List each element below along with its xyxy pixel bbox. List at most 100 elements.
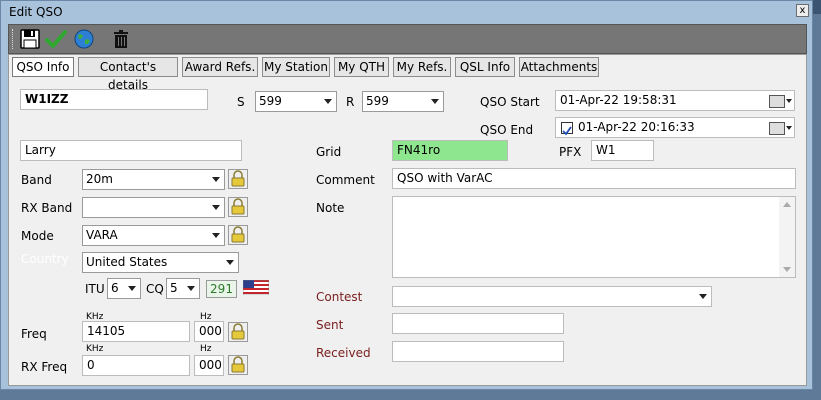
rx-freq-hz-unit: Hz xyxy=(200,344,212,354)
calendar-icon[interactable] xyxy=(769,95,785,108)
rst-rcvd-value: 599 xyxy=(366,94,389,108)
rx-freq-khz-field[interactable]: 0 xyxy=(82,355,190,376)
lock-icon xyxy=(231,356,245,373)
band-label: Band xyxy=(21,173,52,187)
note-scrollbar[interactable] xyxy=(779,197,795,277)
mode-lock-button[interactable] xyxy=(228,225,248,245)
comment-label: Comment xyxy=(316,173,375,187)
note-label: Note xyxy=(316,201,345,215)
cq-select[interactable]: 5 xyxy=(166,278,200,299)
scroll-down-icon[interactable] xyxy=(783,267,791,272)
check-icon[interactable] xyxy=(45,28,67,50)
itu-select[interactable]: 6 xyxy=(107,278,141,299)
rst-rcvd-select[interactable]: 599 xyxy=(362,91,444,112)
callsign-field[interactable]: W1IZZ xyxy=(20,89,208,110)
comment-field[interactable]: QSO with VarAC xyxy=(392,168,796,189)
edit-qso-window: Edit QSO x QSO Info Contact's details Aw… xyxy=(0,0,813,390)
rst-sent-select[interactable]: 599 xyxy=(255,91,337,112)
received-field[interactable] xyxy=(392,341,564,362)
calendar-icon[interactable] xyxy=(769,122,785,135)
contest-select[interactable] xyxy=(392,286,712,307)
chevron-down-icon xyxy=(324,99,332,104)
rx-freq-lock-button[interactable] xyxy=(228,355,248,375)
grid-field[interactable]: FN41ro xyxy=(392,140,508,161)
qso-end-checkbox[interactable] xyxy=(561,122,573,136)
r-label: R xyxy=(346,95,355,109)
title-bar[interactable]: Edit QSO x xyxy=(1,1,812,23)
country-select[interactable]: United States xyxy=(82,252,239,273)
chevron-down-icon xyxy=(431,99,439,104)
freq-lock-button[interactable] xyxy=(228,322,248,342)
chevron-down-icon xyxy=(128,286,136,291)
mode-value: VARA xyxy=(86,228,118,242)
tab-content: QSO Info Contact's details Award Refs. M… xyxy=(8,54,807,386)
tab-attachments[interactable]: Attachments xyxy=(519,57,599,77)
rx-band-select[interactable] xyxy=(82,197,225,218)
qso-start-field[interactable]: 01-Apr-22 19:58:31 xyxy=(555,90,795,111)
note-textarea[interactable] xyxy=(392,196,796,278)
chevron-down-icon xyxy=(187,286,195,291)
tab-my-qth[interactable]: My QTH xyxy=(334,57,389,77)
chevron-down-icon xyxy=(786,126,792,130)
tab-award-refs[interactable]: Award Refs. xyxy=(182,57,258,77)
lock-icon xyxy=(231,226,245,243)
lock-icon xyxy=(231,323,245,340)
tab-contacts-details[interactable]: Contact's details xyxy=(78,57,178,92)
chevron-down-icon xyxy=(786,99,792,103)
qso-end-value: 01-Apr-22 20:16:33 xyxy=(578,120,695,134)
band-select[interactable]: 20m xyxy=(82,169,225,190)
itu-label: ITU xyxy=(85,282,105,296)
chevron-down-icon xyxy=(226,260,234,265)
received-label: Received xyxy=(316,346,371,360)
rst-sent-value: 599 xyxy=(259,94,282,108)
rx-band-lock-button[interactable] xyxy=(228,197,248,217)
freq-hz-field[interactable]: 000 xyxy=(194,321,224,342)
rx-band-label: RX Band xyxy=(21,201,73,215)
trash-icon[interactable] xyxy=(110,28,132,50)
freq-khz-field[interactable]: 14105 xyxy=(82,321,190,342)
window-title: Edit QSO xyxy=(9,5,63,19)
chevron-down-icon xyxy=(212,177,220,182)
grid-label: Grid xyxy=(316,145,342,159)
tab-my-refs[interactable]: My Refs. xyxy=(393,57,451,77)
cq-value: 5 xyxy=(170,281,178,295)
band-lock-button[interactable] xyxy=(228,169,248,189)
country-value: United States xyxy=(86,255,168,269)
lock-icon xyxy=(231,170,245,187)
toolbar-grip xyxy=(12,29,16,49)
name-field[interactable]: Larry xyxy=(20,140,242,161)
tab-qso-info[interactable]: QSO Info xyxy=(12,57,74,77)
dxcc-badge: 291 xyxy=(206,280,237,298)
country-label: Country xyxy=(21,252,69,266)
lock-icon xyxy=(231,198,245,215)
freq-label: Freq xyxy=(21,327,47,341)
qso-end-label: QSO End xyxy=(480,123,534,137)
sent-label: Sent xyxy=(316,318,344,332)
rx-freq-hz-field[interactable]: 000 xyxy=(194,355,224,376)
scroll-up-icon[interactable] xyxy=(783,202,791,207)
us-flag-icon xyxy=(243,280,269,295)
mode-select[interactable]: VARA xyxy=(82,225,225,246)
globe-icon[interactable] xyxy=(73,28,95,50)
s-label: S xyxy=(237,95,245,109)
itu-value: 6 xyxy=(111,281,119,295)
rx-freq-label: RX Freq xyxy=(21,360,68,374)
contest-label: Contest xyxy=(316,290,363,304)
qso-start-value: 01-Apr-22 19:58:31 xyxy=(560,93,677,107)
close-button[interactable]: x xyxy=(796,4,809,17)
toolbar xyxy=(8,24,807,54)
qso-end-field[interactable]: 01-Apr-22 20:16:33 xyxy=(555,117,795,138)
pfx-label: PFX xyxy=(559,145,582,159)
mode-label: Mode xyxy=(21,229,54,243)
save-icon[interactable] xyxy=(19,28,41,50)
cq-label: CQ xyxy=(146,282,164,296)
pfx-field[interactable]: W1 xyxy=(591,140,654,161)
chevron-down-icon xyxy=(212,205,220,210)
chevron-down-icon xyxy=(699,294,707,299)
band-value: 20m xyxy=(86,172,113,186)
chevron-down-icon xyxy=(212,233,220,238)
tab-qsl-info[interactable]: QSL Info xyxy=(455,57,515,77)
checkmark-icon xyxy=(562,126,572,136)
sent-field[interactable] xyxy=(392,313,564,334)
tab-my-station[interactable]: My Station xyxy=(262,57,330,77)
